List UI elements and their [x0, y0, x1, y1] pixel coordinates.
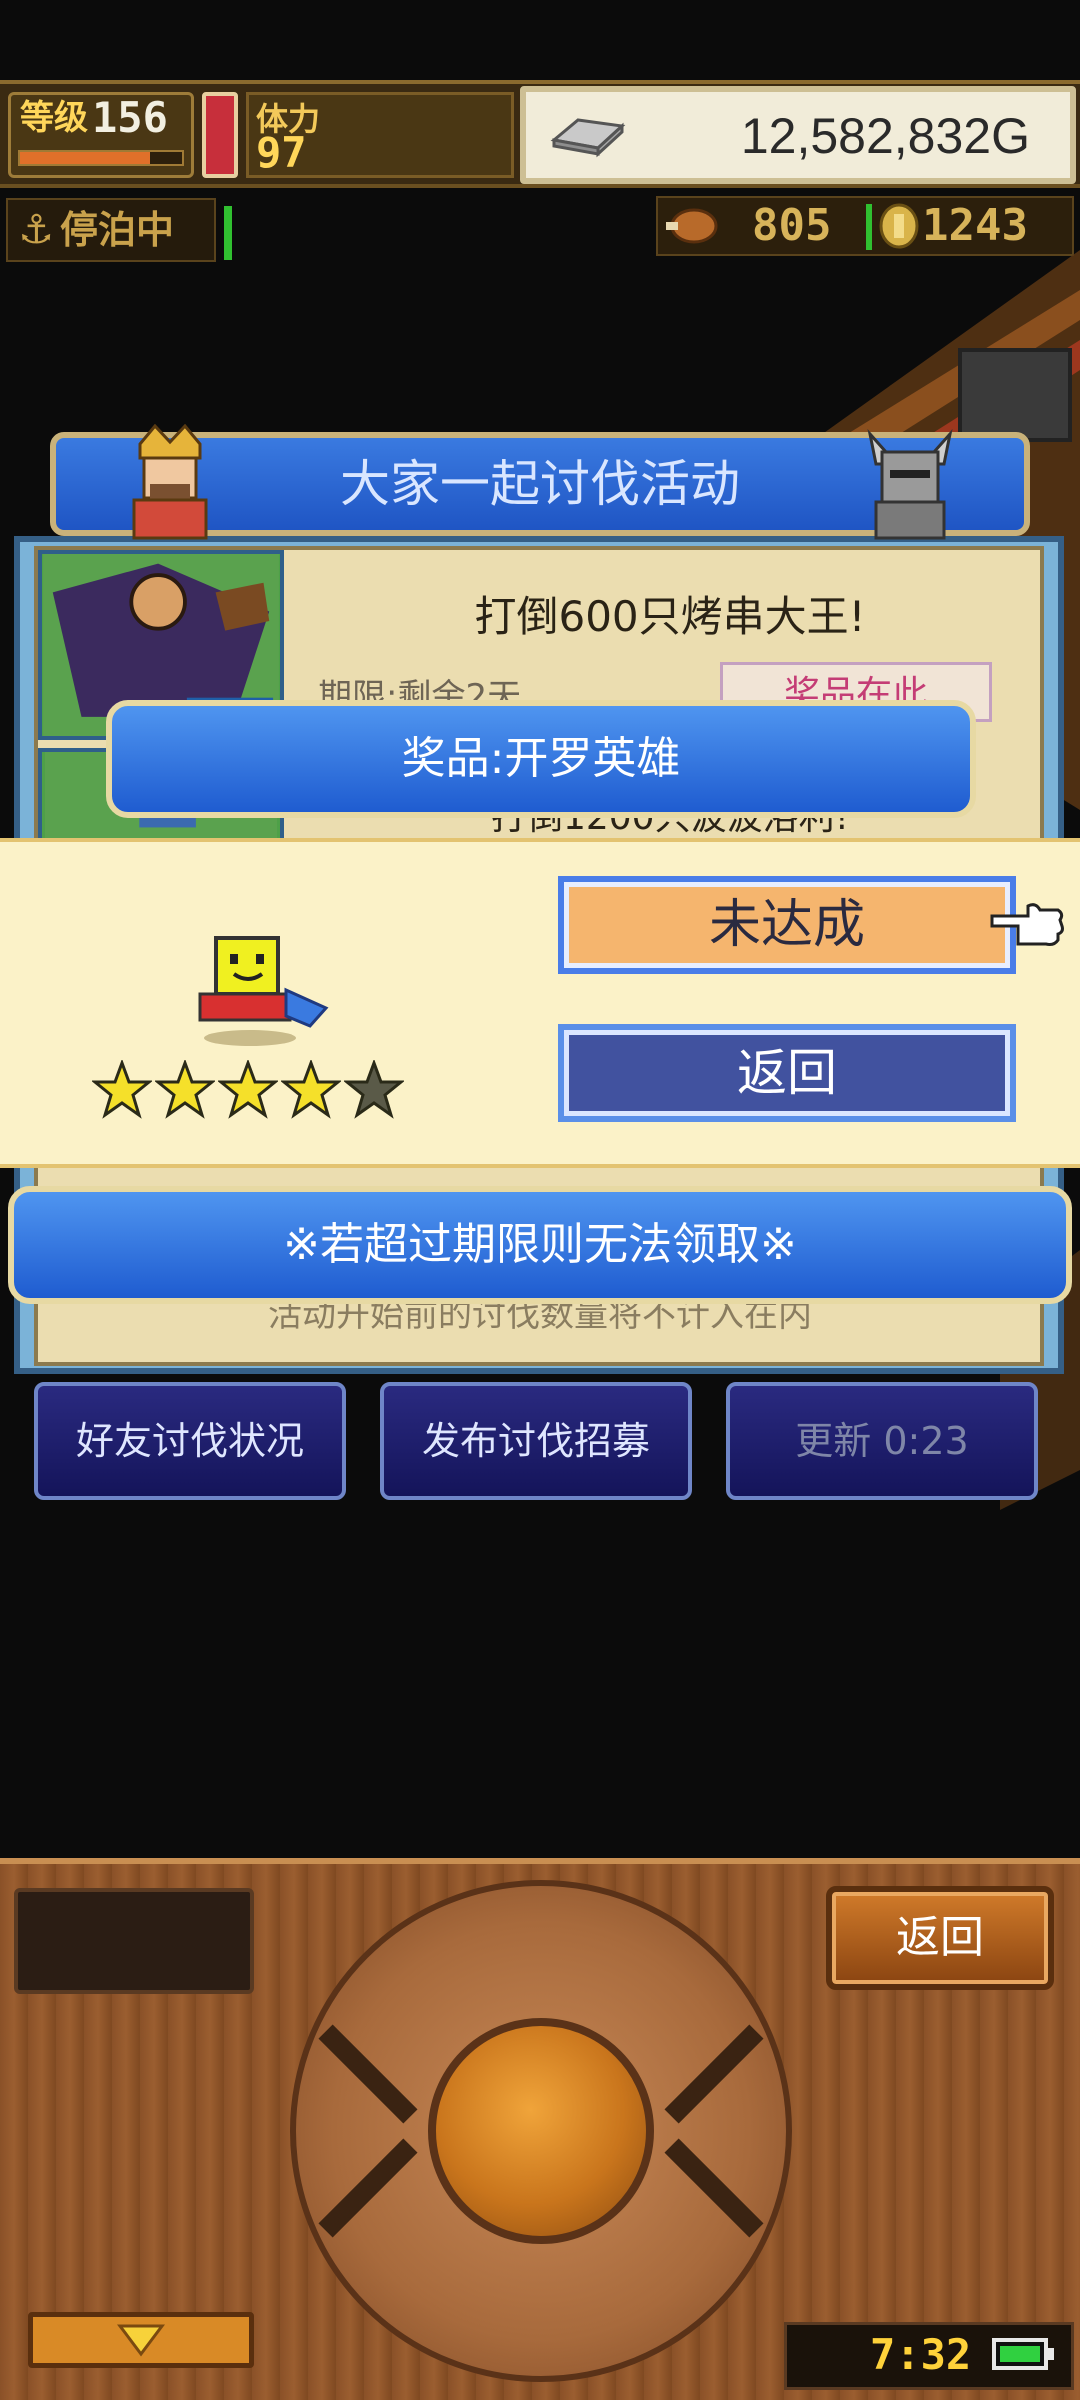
star-filled-icon [155, 1060, 215, 1119]
moored-label: 停泊中 [60, 208, 175, 252]
mission-text: 打倒600只烤串大王! [474, 592, 866, 641]
prize-title: 奖品:开罗英雄 [401, 733, 681, 784]
expiry-warning-text: ※若超过期限则无法领取※ [283, 1219, 797, 1270]
food-count: 805 [752, 200, 832, 251]
battery-icon [992, 2338, 1054, 2370]
exp-bar-fill [20, 152, 150, 164]
star-empty-icon [344, 1060, 404, 1119]
king-avatar-icon [132, 424, 208, 540]
kairo-hero-sprite [198, 936, 329, 1046]
mini-screen [14, 1888, 254, 1994]
medal-coin-icon [879, 203, 919, 249]
resource-separator [866, 204, 872, 250]
level-label: 等级 [20, 98, 88, 138]
star-filled-icon [218, 1060, 278, 1119]
pointing-hand-icon [990, 903, 1064, 946]
gold-amount: 12,582,832G [740, 108, 1030, 164]
controller-return-button[interactable]: 返回 [826, 1886, 1054, 1990]
medal-count: 1243 [922, 200, 1028, 251]
post-recruit-button[interactable]: 发布讨伐招募 [380, 1382, 692, 1500]
level-value: 156 [92, 93, 168, 142]
refresh-button[interactable]: 更新 0:23 [726, 1382, 1038, 1500]
stamina-gauge [202, 92, 238, 178]
food-icon [666, 208, 718, 244]
anchor-icon: ⚓ [18, 207, 54, 253]
moored-indicator [224, 206, 232, 260]
not-achieved-button[interactable]: 未达成 [558, 876, 1016, 974]
star-filled-icon [92, 1060, 152, 1119]
friend-status-button[interactable]: 好友讨伐状况 [34, 1382, 346, 1500]
chevron-down-icon [117, 2324, 165, 2357]
knight-avatar-icon [867, 428, 953, 540]
event-title: 大家一起讨伐活动 [340, 455, 740, 513]
star-filled-icon [281, 1060, 341, 1119]
clock-text: 7:32 [870, 2330, 972, 2379]
popup-back-button[interactable]: 返回 [558, 1024, 1016, 1122]
dpad-center-button[interactable] [428, 2018, 654, 2244]
stamina-value: 97 [256, 128, 307, 177]
silver-bar-icon [550, 118, 626, 158]
